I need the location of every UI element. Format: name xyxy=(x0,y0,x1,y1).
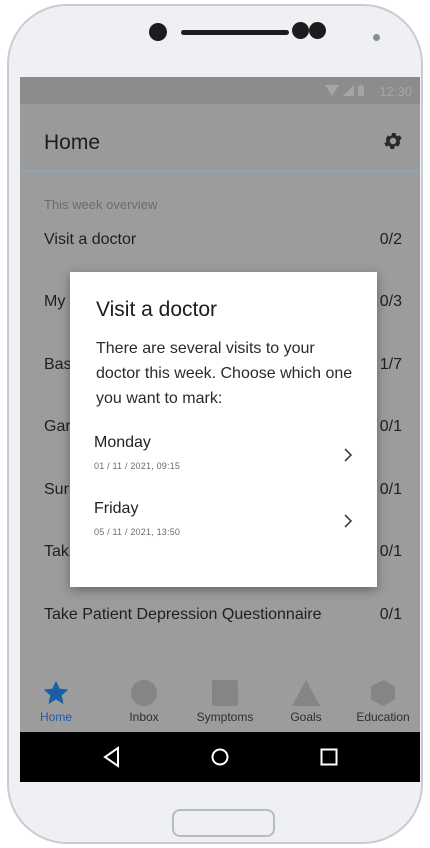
speaker-grille xyxy=(181,30,289,35)
hexagon-icon xyxy=(371,680,395,706)
list-item-label: Visit a doctor xyxy=(44,231,137,248)
front-sensor-dot xyxy=(149,23,167,41)
camera-lens-secondary xyxy=(309,22,326,39)
bottom-navigation: Home Inbox Symptoms Goals Education xyxy=(20,674,420,732)
hardware-home-button[interactable] xyxy=(172,809,275,837)
triangle-icon xyxy=(292,680,320,706)
list-item-label: Gar xyxy=(44,418,71,435)
list-item-label: Tak xyxy=(44,543,69,560)
status-bar: 12:30 xyxy=(20,77,420,104)
nav-label: Education xyxy=(356,710,410,724)
visit-datetime: 01 / 11 / 2021, 09:15 xyxy=(94,461,181,471)
visit-datetime: 05 / 11 / 2021, 13:50 xyxy=(94,527,181,537)
app-bar: Home xyxy=(20,104,420,172)
camera-lens xyxy=(292,22,309,39)
list-item[interactable]: Take Patient Depression Questionnaire 0/… xyxy=(20,596,420,636)
nav-goals[interactable]: Goals xyxy=(276,674,336,732)
dialog-message: There are several visits to your doctor … xyxy=(96,340,353,407)
visit-day: Friday xyxy=(94,500,139,517)
back-icon[interactable] xyxy=(100,745,124,769)
circle-icon xyxy=(131,680,157,706)
visit-option-monday[interactable]: Monday 01 / 11 / 2021, 09:15 xyxy=(70,434,377,490)
home-icon[interactable] xyxy=(208,745,232,769)
list-item-label: Sur xyxy=(44,481,69,498)
status-icons xyxy=(324,85,364,99)
system-navigation-bar xyxy=(20,732,420,782)
dialog-title: Visit a doctor xyxy=(96,298,218,321)
gear-icon[interactable] xyxy=(382,130,404,152)
nav-education[interactable]: Education xyxy=(346,674,420,732)
nav-home[interactable]: Home xyxy=(20,674,92,732)
list-item-count: 0/1 xyxy=(379,481,402,498)
list-item-count: 0/1 xyxy=(379,418,402,435)
nav-label: Home xyxy=(39,710,72,724)
signal-icon xyxy=(342,85,354,96)
list-item-label: Take Patient Depression Questionnaire xyxy=(44,606,322,623)
list-item-count: 1/7 xyxy=(379,356,402,373)
nav-label: Goals xyxy=(290,710,322,724)
nav-inbox[interactable]: Inbox xyxy=(112,674,176,732)
chevron-right-icon xyxy=(344,448,353,462)
battery-icon xyxy=(358,85,364,96)
list-item-label: Bas xyxy=(44,356,72,373)
nav-symptoms[interactable]: Symptoms xyxy=(186,674,264,732)
list-item-count: 0/1 xyxy=(379,606,402,623)
wifi-icon xyxy=(324,85,339,96)
list-item-count: 0/2 xyxy=(379,231,402,248)
list-item-count: 0/3 xyxy=(379,293,402,310)
proximity-sensor xyxy=(373,34,380,41)
nav-label: Inbox xyxy=(129,710,159,724)
visit-option-friday[interactable]: Friday 05 / 11 / 2021, 13:50 xyxy=(70,500,377,556)
page-title: Home xyxy=(44,131,101,154)
section-label: This week overview xyxy=(44,197,158,212)
visit-doctor-dialog: Visit a doctor There are several visits … xyxy=(70,272,377,587)
recents-icon[interactable] xyxy=(317,745,341,769)
list-item-count: 0/1 xyxy=(379,543,402,560)
square-icon xyxy=(212,680,238,706)
status-time: 12:30 xyxy=(379,84,412,99)
visit-day: Monday xyxy=(94,434,151,451)
list-item[interactable]: Visit a doctor 0/2 xyxy=(20,221,420,261)
list-item-label: My xyxy=(44,293,66,310)
chevron-right-icon xyxy=(344,514,353,528)
nav-label: Symptoms xyxy=(196,710,254,724)
star-icon xyxy=(43,680,69,704)
